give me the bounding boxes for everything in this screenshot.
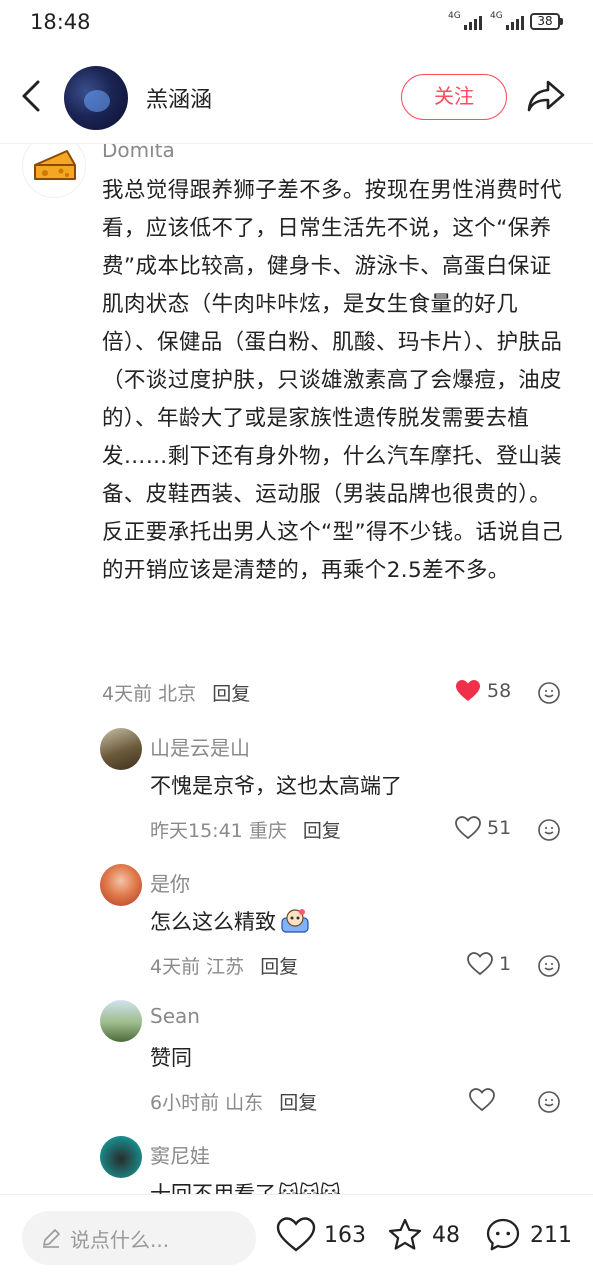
reply-text: 十回不用看了: [150, 1182, 276, 1194]
reply-text: 不愧是京爷，这也太高端了: [150, 774, 402, 798]
back-arrow-icon[interactable]: [18, 78, 48, 114]
favorite-count: 48: [432, 1222, 460, 1248]
reply-meta: 6小时前 山东 回复: [150, 1088, 317, 1115]
like-button[interactable]: 58: [455, 679, 511, 703]
network-type-2: 4G: [490, 10, 503, 21]
heart-outline-icon: [467, 952, 493, 976]
like-button[interactable]: [469, 1088, 495, 1112]
reply-button[interactable]: 回复: [303, 820, 341, 842]
star-outline-icon: [388, 1218, 422, 1250]
reply-time: 4天前: [150, 956, 201, 978]
sticker-emoji-icon: [281, 909, 309, 933]
replier-avatar[interactable]: [100, 728, 142, 770]
replier-avatar[interactable]: [100, 864, 142, 906]
replier-name[interactable]: Sean: [150, 1004, 200, 1028]
replier-name[interactable]: 是你: [150, 868, 190, 897]
reply-text-row: 十回不用看了 🐱🐱🐱: [150, 1178, 341, 1194]
replier-name[interactable]: 窦尼娃: [150, 1140, 210, 1169]
signal-icon: 4G: [490, 11, 524, 30]
emoji-reaction-icon[interactable]: [537, 1090, 561, 1114]
comment-input[interactable]: 说点什么...: [22, 1211, 256, 1265]
heart-outline-icon: [455, 816, 481, 840]
emoji-reaction-icon[interactable]: [537, 681, 561, 705]
comment-bubble-icon: [486, 1218, 520, 1251]
reply-location: 山东: [225, 1092, 264, 1114]
reply-button[interactable]: 回复: [212, 683, 250, 705]
pencil-icon: [43, 1229, 60, 1248]
favorite-button[interactable]: 48: [386, 1217, 460, 1253]
reply-text-row: 怎么这么精致: [150, 906, 310, 936]
heart-outline-icon: [469, 1088, 495, 1112]
like-post-button[interactable]: 163: [276, 1217, 366, 1253]
heart-outline-icon: [276, 1217, 316, 1252]
share-icon[interactable]: [526, 78, 566, 114]
reply-location: 江苏: [206, 956, 245, 978]
reply-text: 怎么这么精致: [150, 910, 276, 934]
reply-time: 6小时前: [150, 1092, 220, 1114]
comment-time: 4天前: [102, 683, 153, 705]
comment-location: 北京: [158, 683, 197, 705]
emoji-reaction-icon[interactable]: [537, 818, 561, 842]
replier-name[interactable]: 山是云是山: [150, 732, 250, 761]
comments-button[interactable]: 211: [484, 1217, 572, 1253]
cat-emoji-icon: 🐱🐱🐱: [278, 1181, 341, 1194]
comment-input-placeholder: 说点什么...: [70, 1227, 170, 1252]
status-bar: 18:48 4G 4G 38: [0, 0, 593, 48]
reply-time: 昨天15:41: [150, 820, 243, 842]
reply-button[interactable]: 回复: [260, 956, 298, 978]
cheese-icon: [34, 150, 76, 180]
replier-avatar[interactable]: [100, 1000, 142, 1042]
reply-meta: 4天前 江苏 回复: [150, 952, 298, 979]
heart-filled-icon: [456, 680, 480, 701]
comment-meta: 4天前 北京 回复: [102, 679, 250, 706]
reply-location: 重庆: [248, 820, 287, 842]
header: 羔涵涵 关注: [0, 48, 593, 144]
reply-text: 赞同: [150, 1046, 192, 1070]
reply-meta: 昨天15:41 重庆 回复: [150, 816, 341, 843]
comment-count: 211: [530, 1222, 572, 1248]
follow-button[interactable]: 关注: [401, 74, 507, 120]
bottom-action-bar: 说点什么... 163 48 211: [0, 1194, 593, 1280]
commenter-avatar[interactable]: [22, 144, 86, 198]
like-count: 51: [487, 817, 512, 839]
like-button[interactable]: 51: [455, 816, 511, 840]
author-name[interactable]: 羔涵涵: [146, 82, 212, 114]
commenter-name[interactable]: Domita: [102, 144, 175, 162]
status-icons: 4G 4G 38: [448, 11, 563, 30]
like-count: 1: [499, 953, 512, 975]
signal-icon: 4G: [448, 11, 482, 30]
battery-level: 38: [530, 13, 560, 30]
like-count: 58: [487, 680, 512, 702]
network-type-1: 4G: [448, 10, 461, 21]
status-time: 18:48: [30, 10, 91, 34]
replier-avatar[interactable]: [100, 1136, 142, 1178]
reply-button[interactable]: 回复: [279, 1092, 317, 1114]
post-like-count: 163: [324, 1222, 366, 1248]
emoji-reaction-icon[interactable]: [537, 954, 561, 978]
comment-text: 我总觉得跟养狮子差不多。按现在男性消费时代看，应该低不了，日常生活先不说，这个“…: [102, 178, 564, 583]
author-avatar[interactable]: [64, 66, 128, 130]
comment-list[interactable]: Domita 我总觉得跟养狮子差不多。按现在男性消费时代看，应该低不了，日常生活…: [0, 144, 593, 1194]
battery-icon: 38: [530, 13, 563, 30]
like-button[interactable]: 1: [467, 952, 511, 976]
